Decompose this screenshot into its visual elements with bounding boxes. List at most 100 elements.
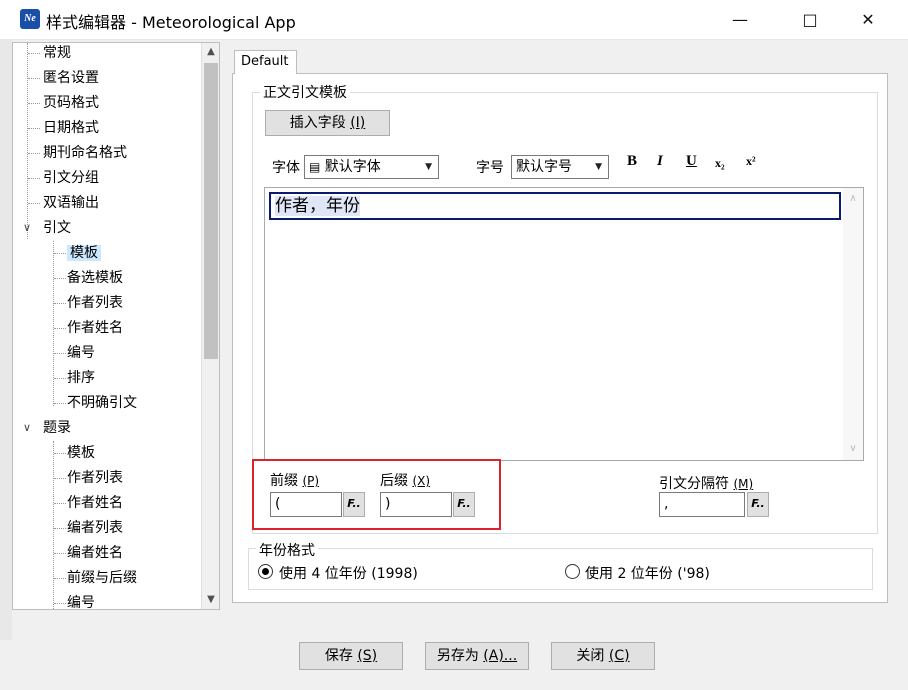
tree-item-label: 双语输出	[43, 195, 99, 211]
tree-item[interactable]: 作者姓名	[67, 316, 123, 340]
separator-label: 引文分隔符 (M)	[659, 473, 753, 493]
tree-connector	[54, 378, 66, 379]
tree-connector	[54, 253, 66, 254]
tree-connector	[28, 53, 40, 54]
size-select[interactable]: 默认字号 ▼	[511, 155, 609, 179]
tree-connector	[28, 178, 40, 179]
insert-field-button[interactable]: 插入字段 (I)	[265, 110, 390, 136]
window-title: 样式编辑器 - Meteorological App	[46, 13, 296, 32]
background-window-edge	[0, 40, 12, 640]
tree-item[interactable]: 题录	[43, 416, 71, 440]
tree-item[interactable]: 页码格式	[43, 91, 99, 115]
close-window-button[interactable]: ✕	[844, 0, 892, 40]
tree-connector	[54, 353, 66, 354]
maximize-button[interactable]: □	[786, 0, 834, 40]
tree-item-label: 排序	[67, 370, 95, 386]
tree-item[interactable]: 作者列表	[67, 291, 123, 315]
tree-item[interactable]: 前缀与后缀	[67, 566, 137, 590]
superscript-button[interactable]: x²	[746, 154, 756, 169]
save-button[interactable]: 保存 (S)	[299, 642, 403, 670]
tree-connector	[28, 103, 40, 104]
save-as-label: 另存为	[436, 648, 479, 664]
tree-item-label: 页码格式	[43, 95, 99, 111]
tree-guide	[53, 441, 54, 609]
scroll-down-icon[interactable]: ∨	[843, 440, 863, 458]
tree-item-label: 引文	[43, 220, 71, 236]
separator-font-button[interactable]: F..	[747, 492, 769, 517]
subscript-button[interactable]: x₂	[715, 156, 725, 171]
tree-scrollbar[interactable]: ▲ ▼	[201, 43, 219, 609]
save-as-button[interactable]: 另存为 (A)...	[425, 642, 529, 670]
tree-item[interactable]: 匿名设置	[43, 66, 99, 90]
expand-chevron-icon[interactable]: ∨	[23, 421, 31, 434]
font-value: 默认字体	[324, 159, 381, 175]
scroll-up-icon[interactable]: ▲	[202, 43, 219, 61]
tree-item-label: 引文分组	[43, 170, 99, 186]
tree-item[interactable]: 编者姓名	[67, 541, 123, 565]
tree-item[interactable]: 引文	[43, 216, 71, 240]
tree-item[interactable]: 引文分组	[43, 166, 99, 190]
underline-button[interactable]: U	[686, 153, 697, 170]
tree-item[interactable]: 编号	[67, 341, 95, 365]
tree-item[interactable]: 常规	[43, 43, 71, 65]
tree-item-label: 期刊命名格式	[43, 145, 127, 161]
radio-2-digit-label[interactable]: 使用 2 位年份 ('98)	[585, 563, 710, 583]
tree-item-label: 日期格式	[43, 120, 99, 136]
tree-item-label: 常规	[43, 45, 71, 61]
editor-line[interactable]: 作者，年份	[269, 192, 841, 220]
insert-field-label: 插入字段	[289, 115, 346, 131]
tree-item[interactable]: 期刊命名格式	[43, 141, 127, 165]
tree-item-label: 前缀与后缀	[67, 570, 137, 586]
close-label: 关闭	[576, 648, 605, 664]
save-as-key: (A)...	[483, 648, 518, 664]
tree-item[interactable]: 模板	[67, 441, 95, 465]
chevron-down-icon: ▼	[595, 162, 602, 172]
editor-text: 作者，年份	[275, 196, 360, 216]
tree-item-label: 编号	[67, 345, 95, 361]
bold-button[interactable]: B	[627, 153, 637, 170]
tree-connector	[54, 603, 66, 604]
tree-item[interactable]: 备选模板	[67, 266, 123, 290]
minimize-button[interactable]: —	[716, 0, 764, 40]
radio-dot	[262, 568, 269, 575]
tree-connector	[54, 478, 66, 479]
template-editor[interactable]: 作者，年份 ∧ ∨	[264, 187, 864, 461]
tree-item[interactable]: 日期格式	[43, 116, 99, 140]
save-key: (S)	[357, 648, 378, 664]
radio-4-digit-year[interactable]	[258, 564, 273, 579]
tree-connector	[28, 203, 40, 204]
close-button[interactable]: 关闭 (C)	[551, 642, 655, 670]
tree-item[interactable]: 作者列表	[67, 466, 123, 490]
font-select[interactable]: ▤ 默认字体 ▼	[304, 155, 439, 179]
tree-connector	[28, 153, 40, 154]
settings-tree[interactable]: 常规 匿名设置 页码格式 日期格式 期刊命名格式 引文分组 双语输出 ∨ 引文 模板 备选模板 作者列…	[12, 42, 220, 610]
tree-item-label: 模板	[67, 445, 95, 461]
tree-item[interactable]: 编号	[67, 591, 95, 609]
tree-item[interactable]: 双语输出	[43, 191, 99, 215]
expand-chevron-icon[interactable]: ∨	[23, 221, 31, 234]
tree-item[interactable]: 作者姓名	[67, 491, 123, 515]
radio-4-digit-label[interactable]: 使用 4 位年份 (1998)	[279, 563, 418, 583]
separator-key: (M)	[733, 477, 754, 491]
tree-item[interactable]: 编者列表	[67, 516, 123, 540]
tree-connector	[28, 78, 40, 79]
scroll-thumb[interactable]	[204, 63, 218, 359]
editor-scrollbar[interactable]: ∧ ∨	[843, 188, 863, 460]
tab-default[interactable]: Default	[234, 50, 297, 74]
tree-connector	[54, 528, 66, 529]
tree-item[interactable]: 模板	[67, 241, 101, 265]
separator-input[interactable]: ,	[659, 492, 745, 517]
scroll-up-icon[interactable]: ∧	[843, 190, 863, 208]
font-icon: ▤	[309, 160, 321, 174]
highlight-box	[252, 459, 501, 530]
font-label: 字体	[272, 160, 300, 176]
tree-item-label: 不明确引文	[67, 395, 137, 411]
radio-2-digit-year[interactable]	[565, 564, 580, 579]
tree-connector	[54, 453, 66, 454]
tree-item[interactable]: 排序	[67, 366, 95, 390]
close-key: (C)	[608, 648, 630, 664]
italic-button[interactable]: I	[657, 153, 663, 170]
scroll-down-icon[interactable]: ▼	[202, 591, 219, 609]
tree-connector	[54, 403, 66, 404]
tree-item[interactable]: 不明确引文	[67, 391, 137, 415]
